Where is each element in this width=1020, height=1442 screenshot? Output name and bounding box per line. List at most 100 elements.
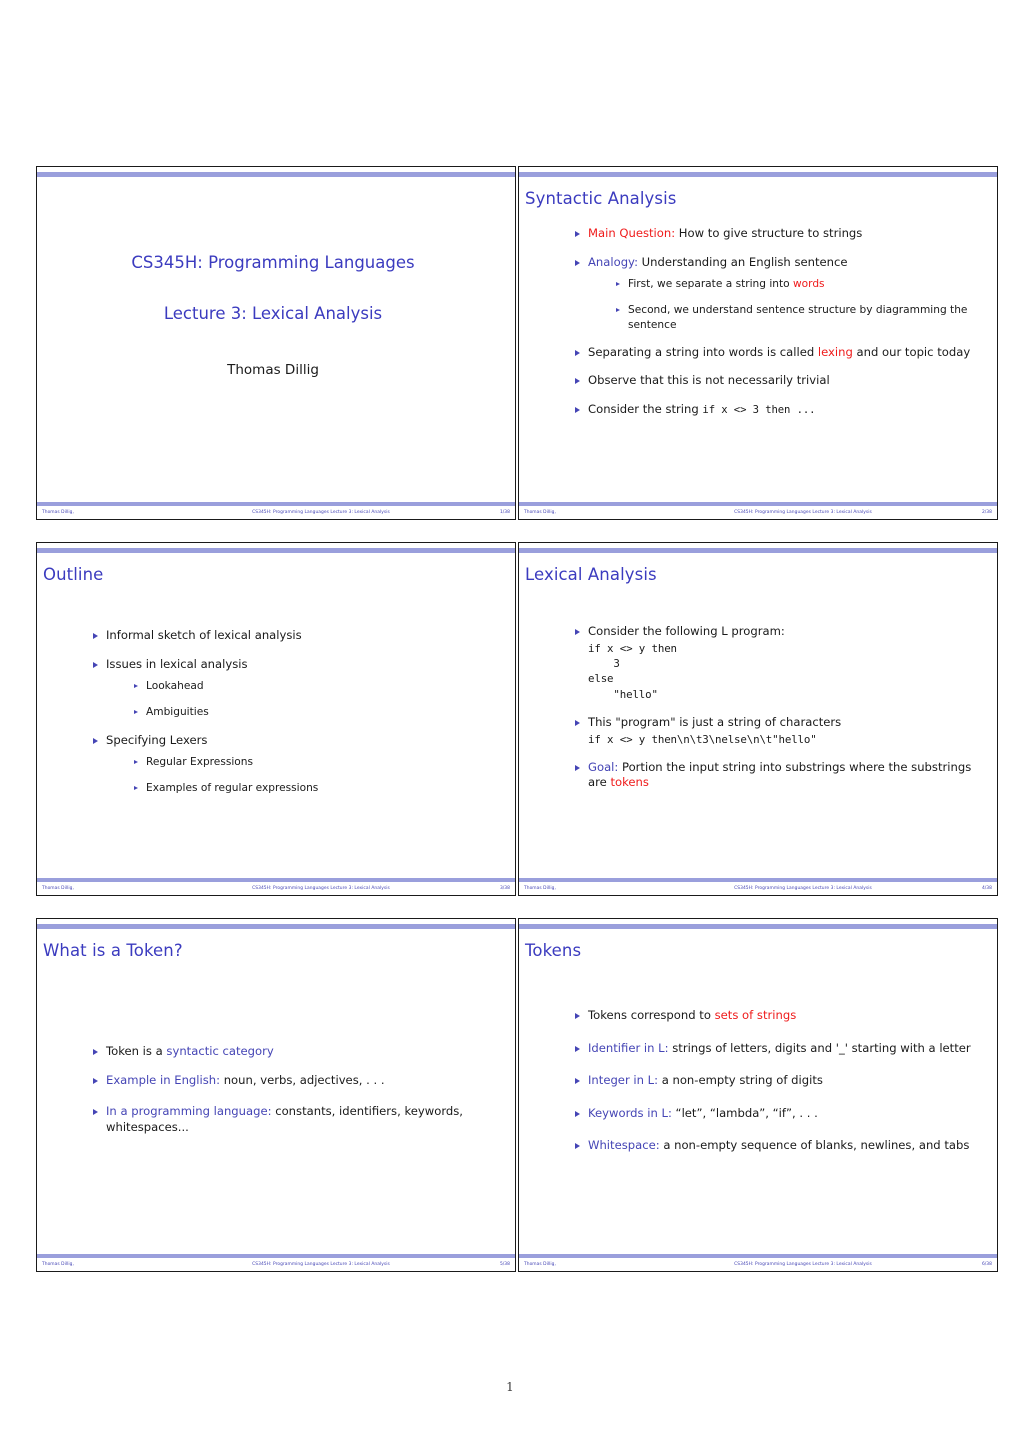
bullet-item: Analogy: Understanding an English senten… xyxy=(575,255,973,332)
author-name: Thomas Dillig xyxy=(227,361,319,378)
slide-body: What is a Token? Token is a syntactic ca… xyxy=(37,931,515,1253)
slide-outline: Outline Informal sketch of lexical analy… xyxy=(36,542,516,896)
sub-bullet-item: Lookahead xyxy=(134,679,491,693)
bullet-text: This "program" is just a string of chara… xyxy=(588,714,842,729)
bullet-item: Separating a string into words is called… xyxy=(575,345,973,361)
footer-author: Thomas Dillig, xyxy=(42,885,74,891)
slide-top-bar xyxy=(37,924,515,929)
bullet-item: Integer in L: a non-empty string of digi… xyxy=(575,1073,973,1089)
bullet-accent: syntactic category xyxy=(166,1044,274,1059)
slide-footer: Thomas Dillig, CS345H: Programming Langu… xyxy=(519,1258,997,1270)
bullet-text-pre: Tokens correspond to xyxy=(588,1008,715,1023)
bullet-item: Consider the following L program: if x <… xyxy=(575,624,973,702)
slide-top-bar xyxy=(37,548,515,553)
footer-center: CS345H: Programming Languages Lecture 3:… xyxy=(734,509,872,515)
bullet-label: Identifier in L: xyxy=(588,1040,669,1055)
bullet-text: Understanding an English sentence xyxy=(637,254,848,269)
slide-title-text: Outline xyxy=(43,565,104,584)
bullet-accent: lexing xyxy=(817,344,853,359)
slide-footer: Thomas Dillig, CS345H: Programming Langu… xyxy=(37,506,515,518)
footer-center: CS345H: Programming Languages Lecture 3:… xyxy=(252,509,390,515)
bullet-item: Issues in lexical analysis Lookahead Amb… xyxy=(93,657,491,720)
bullet-text: noun, verbs, adjectives, . . . xyxy=(220,1072,385,1087)
slide-grid: CS345H: Programming Languages Lecture 3:… xyxy=(36,166,998,1272)
bullet-item: Consider the string if x <> 3 then ... xyxy=(575,402,973,418)
footer-author: Thomas Dillig, xyxy=(42,1261,74,1267)
footer-center: CS345H: Programming Languages Lecture 3:… xyxy=(252,1261,390,1267)
inline-code: if x <> 3 then ... xyxy=(702,403,816,416)
bullet-label: Goal: xyxy=(588,759,619,774)
bullet-accent: tokens xyxy=(610,775,649,790)
sub-bullet-text: Ambiguities xyxy=(146,706,209,719)
bullet-text: Specifying Lexers xyxy=(106,732,208,747)
bullet-item: Observe that this is not necessarily tri… xyxy=(575,373,973,389)
handout-page: CS345H: Programming Languages Lecture 3:… xyxy=(0,0,1020,1442)
bullet-text-pre: Token is a xyxy=(106,1044,167,1059)
slide-footer: Thomas Dillig, CS345H: Programming Langu… xyxy=(519,506,997,518)
bullet-item: Example in English: noun, verbs, adjecti… xyxy=(93,1073,491,1089)
sub-bullet-list: First, we separate a string into words S… xyxy=(588,277,973,332)
slide-body: CS345H: Programming Languages Lecture 3:… xyxy=(37,179,515,501)
bullet-label: Example in English: xyxy=(106,1072,221,1087)
slide-title-text: What is a Token? xyxy=(43,941,183,960)
slide-what-is-a-token: What is a Token? Token is a syntactic ca… xyxy=(36,918,516,1272)
footer-center: CS345H: Programming Languages Lecture 3:… xyxy=(734,1261,872,1267)
slide-body: Outline Informal sketch of lexical analy… xyxy=(37,555,515,877)
bullet-label: Analogy: xyxy=(588,254,638,269)
bullet-text: How to give structure to strings xyxy=(675,226,863,241)
bullet-item: Identifier in L: strings of letters, dig… xyxy=(575,1041,973,1057)
bullet-text: a non-empty sequence of blanks, newlines… xyxy=(659,1138,970,1153)
bullet-item: Specifying Lexers Regular Expressions Ex… xyxy=(93,733,491,796)
bullet-list: Informal sketch of lexical analysis Issu… xyxy=(41,628,505,795)
bullet-item: Whitespace: a non-empty sequence of blan… xyxy=(575,1138,973,1154)
slide-top-bar xyxy=(519,548,997,553)
sub-bullet-text: First, we separate a string into xyxy=(628,278,794,291)
bullet-list: Main Question: How to give structure to … xyxy=(523,226,987,417)
bullet-label: In a programming language: xyxy=(106,1104,272,1119)
footer-page: 2/38 xyxy=(981,509,992,515)
page-number: 1 xyxy=(506,1380,514,1394)
footer-author: Thomas Dillig, xyxy=(524,885,556,891)
bullet-accent: sets of strings xyxy=(714,1008,797,1023)
slide-title-text: Tokens xyxy=(525,941,582,960)
sub-bullet-text: Regular Expressions xyxy=(146,756,254,769)
sub-bullet-item: Second, we understand sentence structure… xyxy=(616,303,973,331)
slide-body: Tokens Tokens correspond to sets of stri… xyxy=(519,931,997,1253)
footer-page: 6/38 xyxy=(981,1261,992,1267)
slide-footer: Thomas Dillig, CS345H: Programming Langu… xyxy=(37,1258,515,1270)
bullet-item: Keywords in L: “let”, “lambda”, “if”, . … xyxy=(575,1106,973,1122)
bullet-text: Informal sketch of lexical analysis xyxy=(106,628,302,643)
bullet-text-post: and our topic today xyxy=(852,344,971,359)
slide-footer: Thomas Dillig, CS345H: Programming Langu… xyxy=(37,882,515,894)
sub-bullet-text: Lookahead xyxy=(146,680,204,693)
bullet-item: Main Question: How to give structure to … xyxy=(575,226,973,242)
bullet-list: Token is a syntactic category Example in… xyxy=(41,1044,505,1135)
title-block: CS345H: Programming Languages Lecture 3:… xyxy=(41,179,505,378)
code-block: if x <> y then\n\t3\nelse\n\t"hello" xyxy=(588,732,817,746)
bullet-item: This "program" is just a string of chara… xyxy=(575,715,973,747)
footer-author: Thomas Dillig, xyxy=(524,509,556,515)
footer-center: CS345H: Programming Languages Lecture 3:… xyxy=(734,885,872,891)
slide-body: Lexical Analysis Consider the following … xyxy=(519,555,997,877)
bullet-text: strings of letters, digits and '_' start… xyxy=(668,1040,971,1055)
bullet-text: Issues in lexical analysis xyxy=(106,656,248,671)
bullet-list: Tokens correspond to sets of strings Ide… xyxy=(523,1008,987,1154)
sub-bullet-text: Examples of regular expressions xyxy=(146,782,319,795)
bullet-label: Whitespace: xyxy=(588,1138,660,1153)
sub-bullet-item: Regular Expressions xyxy=(134,755,491,769)
slide-title-text: Lexical Analysis xyxy=(525,565,657,584)
bullet-label: Integer in L: xyxy=(588,1073,659,1088)
slide-tokens: Tokens Tokens correspond to sets of stri… xyxy=(518,918,998,1272)
bullet-text-pre: Separating a string into words is called xyxy=(588,344,818,359)
slide-top-bar xyxy=(519,172,997,177)
footer-page: 1/38 xyxy=(499,509,510,515)
sub-bullet-item: Ambiguities xyxy=(134,705,491,719)
bullet-item: Informal sketch of lexical analysis xyxy=(93,628,491,644)
bullet-label: Main Question: xyxy=(588,226,676,241)
bullet-item: In a programming language: constants, id… xyxy=(93,1104,491,1135)
bullet-text-pre: Consider the string xyxy=(588,401,703,416)
lecture-title: Lecture 3: Lexical Analysis xyxy=(163,303,383,323)
bullet-list: Consider the following L program: if x <… xyxy=(523,624,987,791)
slide-title: CS345H: Programming Languages Lecture 3:… xyxy=(36,166,516,520)
sub-bullet-accent: words xyxy=(793,278,825,291)
